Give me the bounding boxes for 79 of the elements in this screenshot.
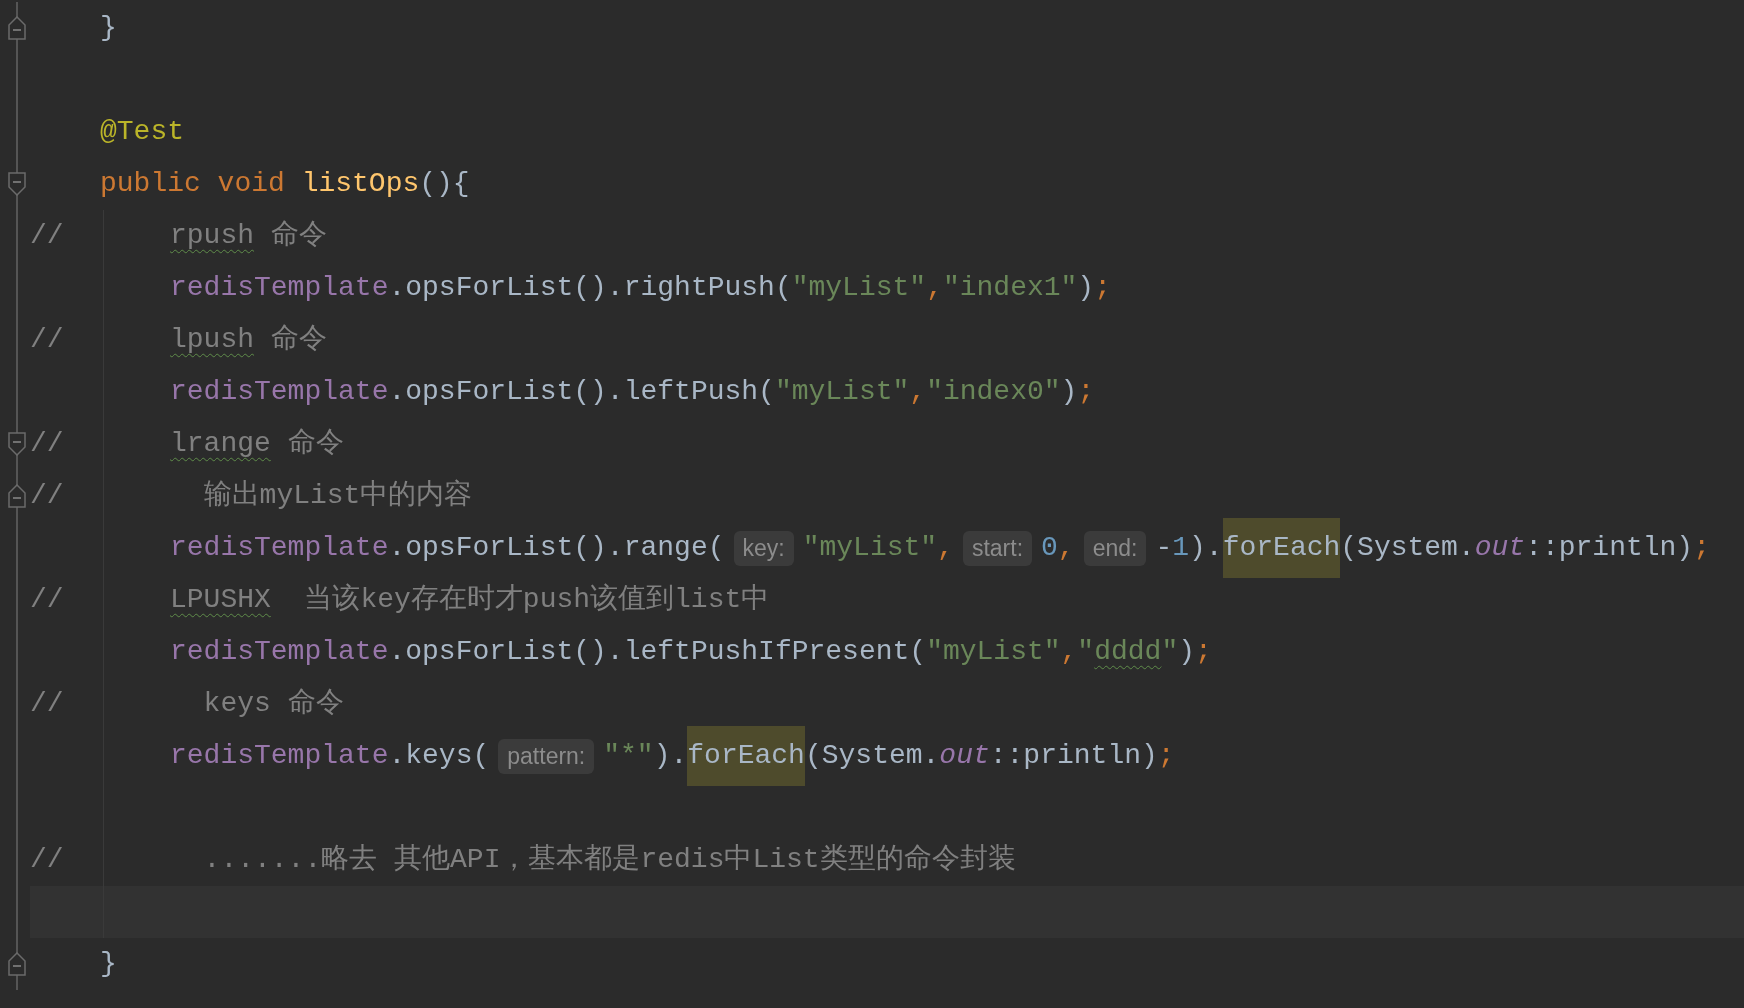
field-name: redisTemplate [170, 375, 389, 409]
string-literal: "index0" [926, 375, 1061, 409]
unfold-icon[interactable] [8, 16, 26, 40]
comment-marker: // [30, 219, 64, 253]
code-text: ::println) [1525, 531, 1694, 565]
punctuation: , [926, 271, 943, 305]
comment-marker: // [30, 687, 64, 721]
code-text: .opsForList().leftPush( [388, 375, 775, 409]
static-field: out [939, 735, 990, 777]
string-literal: "myList" [802, 531, 938, 565]
static-field: out [1474, 527, 1526, 569]
code-text: .opsForList().leftPushIfPresent( [388, 635, 927, 669]
keyword: public void [100, 167, 285, 201]
string-literal: "index1" [942, 271, 1078, 305]
parameter-hint: end: [1083, 530, 1147, 566]
punctuation: , [937, 531, 954, 565]
string-literal: "myList" [791, 271, 927, 305]
comment-text: .......略去 其他API，基本都是redis中List类型的命令封装 [202, 843, 1016, 877]
unfold-icon[interactable] [8, 484, 26, 508]
punctuation: ; [1077, 375, 1095, 409]
parameter-hint: start: [962, 530, 1033, 566]
punctuation: , [1057, 531, 1075, 565]
code-text: } [100, 947, 117, 981]
annotation: @Test [100, 115, 184, 149]
code-text: (System. [1340, 531, 1475, 565]
number-literal: 1 [1172, 531, 1190, 565]
fold-icon[interactable] [8, 172, 26, 196]
code-text: ) [1077, 271, 1095, 305]
code-text: forEach [687, 726, 805, 786]
string-literal: dddd [1094, 635, 1162, 669]
string-literal: "myList" [926, 635, 1061, 669]
comment-marker: // [30, 479, 64, 513]
comment-text: LPUSHX [170, 583, 271, 617]
number-literal: 0 [1041, 531, 1058, 565]
string-literal: " [1161, 635, 1179, 669]
method-name: listOps [300, 167, 420, 201]
code-text: .opsForList().range( [388, 531, 725, 565]
code-text: (){ [419, 167, 470, 201]
unfold-icon[interactable] [8, 952, 26, 976]
string-literal: "myList" [774, 375, 910, 409]
comment-marker: // [30, 323, 64, 357]
code-text: .keys( [388, 739, 490, 773]
code-text: ) [1060, 375, 1078, 409]
code-text: (System. [804, 739, 940, 773]
string-literal: "*" [603, 739, 654, 773]
comment-text: 当该key存在时才push该值到list中 [303, 582, 770, 617]
punctuation: ; [1195, 635, 1212, 669]
code-text: - [1155, 531, 1173, 565]
string-literal: " [1077, 635, 1095, 669]
comment-marker: // [30, 583, 64, 617]
punctuation: , [909, 375, 927, 409]
fold-icon[interactable] [8, 432, 26, 456]
code-text: forEach [1222, 518, 1341, 578]
parameter-hint: key: [733, 530, 794, 566]
code-text: ::println) [989, 739, 1158, 773]
code-text: ). [1189, 531, 1223, 565]
punctuation: , [1060, 635, 1078, 669]
parameter-hint: pattern: [498, 738, 595, 774]
comment-text: lpush [170, 323, 254, 357]
comment-marker: // [30, 843, 64, 877]
code-text: ). [653, 739, 688, 773]
comment-text: keys 命令 [202, 687, 344, 721]
code-text: } [100, 11, 117, 45]
field-name: redisTemplate [170, 635, 389, 669]
comment-text: 命令 [286, 427, 344, 461]
field-name: redisTemplate [170, 531, 389, 565]
code-text: ) [1178, 635, 1195, 669]
punctuation: ; [1157, 739, 1175, 773]
comment-text: 输出myList中的内容 [202, 478, 473, 513]
punctuation: ; [1094, 271, 1111, 305]
comment-text: lrange [170, 427, 271, 461]
code-text: .opsForList().rightPush( [388, 271, 792, 305]
comment-text: rpush [170, 219, 254, 253]
punctuation: ; [1693, 531, 1710, 565]
comment-text: 命令 [269, 323, 327, 357]
comment-marker: // [30, 427, 64, 461]
field-name: redisTemplate [170, 271, 389, 305]
comment-text: 命令 [269, 219, 327, 253]
field-name: redisTemplate [170, 739, 389, 773]
